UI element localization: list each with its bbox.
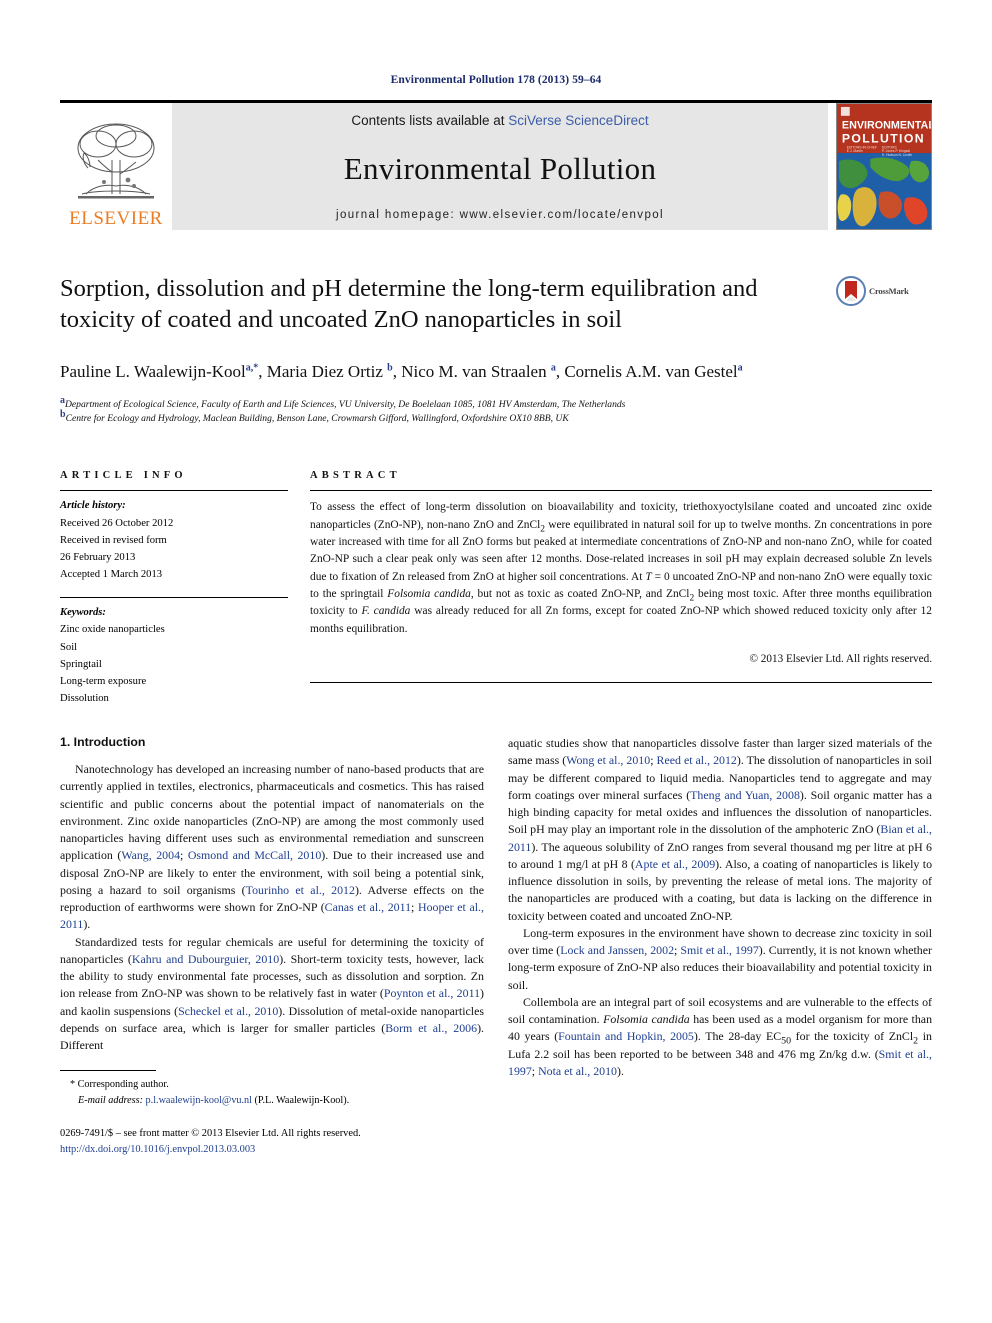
journal-masthead: ELSEVIER Contents lists available at Sci…: [60, 100, 932, 230]
footnote-rule: [60, 1070, 156, 1072]
contents-prefix: Contents lists available at: [351, 113, 509, 128]
history-line: Received in revised form: [60, 534, 167, 546]
abstract-heading: ABSTRACT: [310, 470, 401, 482]
elsevier-wordmark: ELSEVIER: [69, 208, 163, 229]
cover-art: ENVIRONMENTAL POLLUTION EDITORS-IN-CHIEF…: [837, 104, 931, 229]
keywords-block: Keywords: Zinc oxide nanoparticles Soil …: [60, 598, 288, 707]
history-line: 26 February 2013: [60, 551, 136, 563]
issn-line: 0269-7491/$ – see front matter © 2013 El…: [60, 1127, 361, 1139]
affiliation-a: aDepartment of Ecological Science, Facul…: [60, 395, 932, 412]
body-paragraph: aquatic studies show that nanoparticles …: [508, 736, 933, 923]
article-info-column: ARTICLE INFO Article history: Received 2…: [60, 470, 288, 707]
body-paragraph: Collembola are an integral part of soil …: [508, 994, 933, 1078]
abstract-copyright: © 2013 Elsevier Ltd. All rights reserved…: [749, 653, 933, 666]
email-link[interactable]: p.l.waalewijn-kool@vu.nl: [146, 1095, 252, 1106]
contents-lists-line: Contents lists available at SciVerse Sci…: [351, 113, 648, 128]
sciencedirect-link[interactable]: SciVerse ScienceDirect: [508, 113, 648, 128]
masthead-center: Contents lists available at SciVerse Sci…: [172, 103, 828, 230]
author-list: Pauline L. Waalewijn-Koola,*, Maria Diez…: [60, 362, 743, 381]
keyword-item: Springtail: [60, 658, 102, 670]
body-paragraph: Nanotechnology has developed an increasi…: [60, 762, 485, 932]
article-history-label: Article history:: [60, 500, 126, 512]
keyword-item: Zinc oxide nanoparticles: [60, 624, 165, 636]
body-paragraph: Standardized tests for regular chemicals…: [60, 934, 484, 1053]
journal-homepage[interactable]: journal homepage: www.elsevier.com/locat…: [336, 209, 664, 221]
imprint-block: 0269-7491/$ – see front matter © 2013 El…: [60, 1126, 484, 1157]
svg-text:E.J. Martin: E.J. Martin: [847, 149, 863, 153]
article-info-heading: ARTICLE INFO: [60, 470, 187, 482]
keyword-item: Soil: [60, 641, 78, 653]
section-heading-introduction: 1. Introduction: [60, 735, 146, 750]
email-note: E-mail address: p.l.waalewijn-kool@vu.nl…: [60, 1093, 484, 1108]
svg-text:POLLUTION: POLLUTION: [842, 131, 925, 145]
svg-text:K. Hudson N. Loville: K. Hudson N. Loville: [882, 153, 912, 157]
footnote-block: * Corresponding author. E-mail address: …: [60, 1070, 484, 1108]
doi-link[interactable]: http://dx.doi.org/10.1016/j.envpol.2013.…: [60, 1144, 255, 1155]
crossmark-label: CrossMark: [869, 286, 909, 296]
affiliation-text-b: Centre for Ecology and Hydrology, Maclea…: [65, 413, 569, 425]
article-title: Sorption, dissolution and pH determine t…: [60, 275, 758, 333]
title-block: Sorption, dissolution and pH determine t…: [60, 274, 932, 336]
email-suffix: (P.L. Waalewijn-Kool).: [254, 1094, 350, 1106]
elsevier-tree-icon: [77, 123, 155, 199]
article-history: Article history: Received 26 October 201…: [60, 491, 288, 583]
crossmark-icon: [836, 276, 866, 306]
body-two-column: 1. Introduction Nanotechnology has devel…: [60, 735, 932, 1157]
history-line: Received 26 October 2012: [60, 517, 174, 529]
abstract-text-wrapper: To assess the effect of long-term dissol…: [310, 491, 932, 668]
elsevier-logo: ELSEVIER: [60, 103, 172, 230]
affiliation-text-a: Department of Ecological Science, Facult…: [65, 398, 626, 410]
affiliation-b: bCentre for Ecology and Hydrology, Macle…: [60, 409, 932, 426]
corresponding-author-note: * Corresponding author.: [70, 1079, 169, 1091]
email-label: E-mail address:: [78, 1094, 143, 1106]
journal-cover-thumbnail: ENVIRONMENTAL POLLUTION EDITORS-IN-CHIEF…: [836, 103, 932, 230]
history-line: Accepted 1 March 2013: [60, 569, 163, 581]
svg-text:ENVIRONMENTAL: ENVIRONMENTAL: [842, 120, 931, 132]
keywords-label: Keywords:: [60, 607, 106, 619]
abstract-text: To assess the effect of long-term dissol…: [310, 501, 932, 635]
body-left-column: 1. Introduction Nanotechnology has devel…: [60, 735, 484, 1157]
running-head: Environmental Pollution 178 (2013) 59–64: [390, 74, 602, 86]
body-paragraph: Long-term exposures in the environment h…: [508, 925, 932, 992]
body-right-column: aquatic studies show that nanoparticles …: [508, 735, 932, 1157]
keyword-item: Long-term exposure: [60, 675, 147, 687]
info-abstract-region: ARTICLE INFO Article history: Received 2…: [60, 470, 932, 707]
affiliation-list: aDepartment of Ecological Science, Facul…: [60, 395, 932, 427]
abstract-bottom-rule: [310, 682, 932, 684]
journal-title: Environmental Pollution: [343, 150, 657, 186]
abstract-column: ABSTRACT To assess the effect of long-te…: [310, 470, 932, 707]
keyword-item: Dissolution: [60, 692, 109, 704]
crossmark-badge[interactable]: CrossMark: [836, 276, 932, 306]
journal-article-first-page: Environmental Pollution 178 (2013) 59–64: [0, 0, 992, 1323]
